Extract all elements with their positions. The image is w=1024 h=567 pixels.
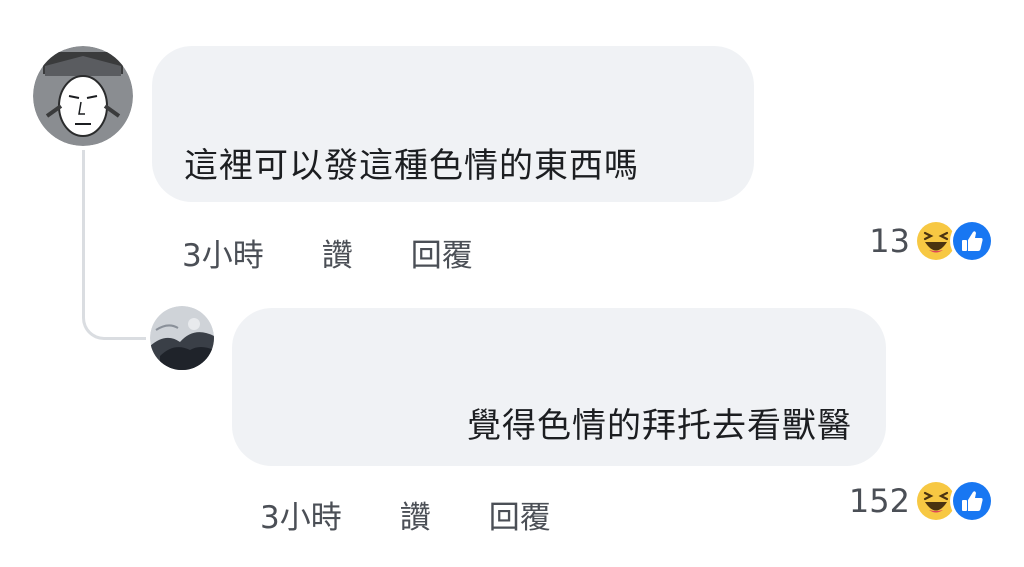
comment-timestamp[interactable]: 3小時 xyxy=(182,230,264,275)
avatar[interactable] xyxy=(150,306,214,370)
reaction-count: 13 xyxy=(869,222,910,260)
reaction-icons xyxy=(914,479,994,523)
avatar-image xyxy=(33,46,133,146)
comment-actions: 3小時 讚 回覆 xyxy=(182,230,473,275)
avatar-image xyxy=(150,306,214,370)
comment-bubble: 覺得色情的拜托去看獸醫 xyxy=(232,308,886,466)
reply-thread-connector xyxy=(82,150,146,340)
comment-text: 覺得色情的拜托去看獸醫 xyxy=(467,406,852,446)
comment-actions: 3小時 讚 回覆 xyxy=(260,492,551,537)
reaction-count: 152 xyxy=(848,482,910,520)
comment-bubble: 這裡可以發這種色情的東西嗎 xyxy=(152,46,754,202)
comment-timestamp[interactable]: 3小時 xyxy=(260,492,342,537)
comment-text: 這裡可以發這種色情的東西嗎 xyxy=(184,146,639,186)
like-icon xyxy=(950,479,994,523)
reply-button[interactable]: 回覆 xyxy=(489,492,551,537)
avatar[interactable] xyxy=(33,46,133,146)
reaction-summary[interactable]: 13 xyxy=(869,218,994,264)
reply-button[interactable]: 回覆 xyxy=(411,230,473,275)
like-button[interactable]: 讚 xyxy=(322,230,353,275)
like-icon xyxy=(950,219,994,263)
like-button[interactable]: 讚 xyxy=(400,492,431,537)
reaction-icons xyxy=(914,219,994,263)
reaction-summary[interactable]: 152 xyxy=(849,478,994,524)
